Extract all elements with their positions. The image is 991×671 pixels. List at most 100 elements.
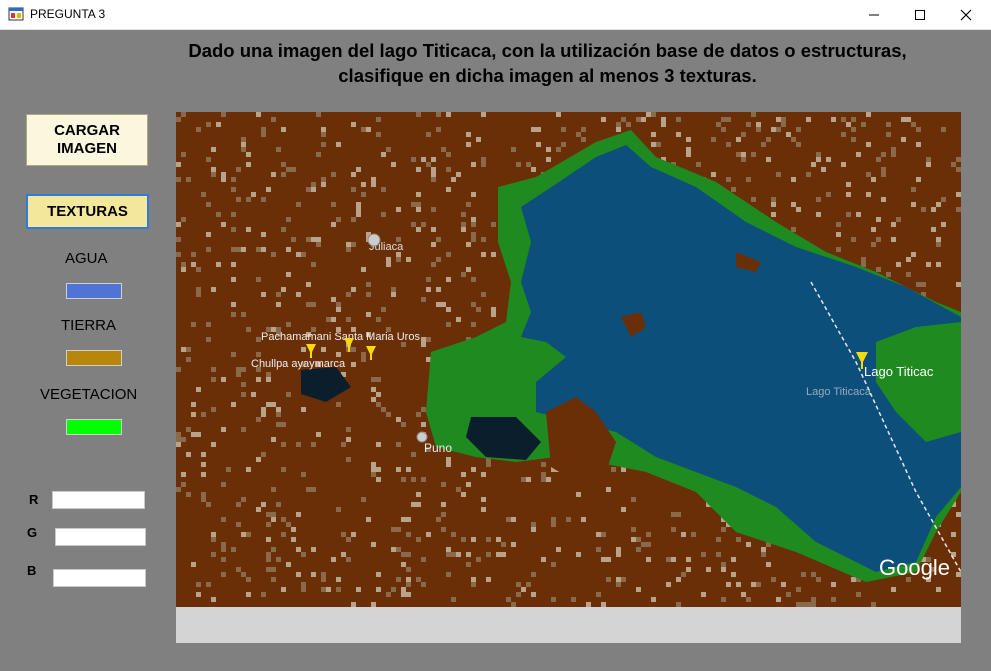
land-speckle: [446, 552, 451, 557]
land-speckle: [176, 487, 181, 492]
land-speckle: [876, 237, 881, 242]
land-speckle: [441, 512, 446, 517]
land-speckle: [211, 597, 216, 602]
city-marker-icon: [416, 431, 428, 443]
land-speckle: [906, 272, 911, 277]
land-speckle: [461, 212, 466, 217]
land-speckle: [176, 117, 181, 122]
land-speckle: [436, 257, 441, 262]
land-speckle: [416, 412, 421, 417]
land-speckle: [381, 307, 386, 312]
land-speckle: [481, 157, 486, 162]
load-image-label-1: CARGAR: [54, 122, 120, 139]
land-speckle: [186, 452, 191, 457]
land-speckle: [466, 142, 471, 147]
land-speckle: [671, 512, 676, 517]
land-speckle: [371, 182, 376, 187]
land-speckle: [826, 157, 831, 162]
land-speckle: [176, 432, 181, 437]
land-speckle: [391, 162, 396, 167]
textures-button[interactable]: TEXTURAS: [26, 194, 149, 229]
land-speckle: [696, 162, 701, 167]
close-button[interactable]: [943, 0, 989, 29]
textures-button-label: TEXTURAS: [47, 203, 128, 220]
land-speckle: [386, 257, 391, 262]
land-speckle: [446, 167, 451, 172]
land-speckle: [191, 412, 196, 417]
land-speckle: [221, 517, 226, 522]
land-speckle: [271, 512, 276, 517]
land-speckle: [486, 552, 491, 557]
land-speckle: [886, 122, 891, 127]
land-speckle: [266, 512, 271, 517]
land-speckle: [551, 522, 556, 527]
classified-image[interactable]: Juliaca Pachamamani Santa Maria Uros Chu…: [176, 112, 961, 607]
land-speckle: [261, 127, 266, 132]
land-speckle: [186, 427, 191, 432]
land-speckle: [556, 147, 561, 152]
land-speckle: [276, 292, 281, 297]
land-speckle: [241, 532, 246, 537]
land-speckle: [456, 317, 461, 322]
land-speckle: [346, 242, 351, 247]
land-speckle: [236, 567, 241, 572]
land-speckle: [461, 492, 466, 497]
land-speckle: [371, 377, 376, 382]
land-speckle: [571, 597, 576, 602]
land-speckle: [206, 322, 211, 327]
land-speckle: [426, 277, 431, 282]
g-label: G: [27, 525, 38, 540]
land-speckle: [511, 517, 516, 522]
land-speckle: [556, 547, 561, 552]
land-speckle: [811, 162, 816, 167]
g-input[interactable]: [55, 528, 146, 546]
land-speckle: [546, 147, 551, 152]
land-speckle: [531, 572, 536, 577]
land-speckle: [186, 177, 191, 182]
land-speckle: [211, 367, 216, 372]
land-speckle: [201, 412, 206, 417]
land-speckle: [686, 152, 691, 157]
minimize-button[interactable]: [851, 0, 897, 29]
r-input[interactable]: [52, 491, 145, 509]
land-speckle: [301, 472, 306, 477]
land-speckle: [851, 237, 856, 242]
land-speckle: [266, 567, 271, 572]
land-speckle: [311, 237, 316, 242]
land-speckle: [176, 442, 181, 447]
map-label-puno: Puno: [424, 441, 452, 455]
land-speckle: [181, 267, 186, 272]
land-speckle: [256, 377, 261, 382]
load-image-button[interactable]: CARGAR IMAGEN: [26, 114, 148, 166]
land-speckle: [271, 487, 276, 492]
land-speckle: [306, 302, 311, 307]
land-speckle: [361, 497, 366, 502]
land-speckle: [391, 547, 396, 552]
land-speckle: [271, 437, 276, 442]
land-speckle: [196, 127, 201, 132]
land-speckle: [801, 572, 806, 577]
land-speckle: [691, 532, 696, 537]
land-speckle: [196, 387, 201, 392]
land-speckle: [271, 117, 276, 122]
land-speckle: [736, 582, 741, 587]
land-speckle: [421, 582, 426, 587]
land-speckle: [201, 462, 206, 467]
land-speckle: [421, 557, 426, 562]
land-speckle: [456, 552, 461, 557]
land-speckle: [271, 172, 276, 177]
land-speckle: [231, 352, 236, 357]
land-speckle: [926, 162, 931, 167]
land-speckle: [721, 117, 726, 122]
land-speckle: [431, 177, 436, 182]
land-speckle: [371, 472, 376, 477]
land-speckle: [471, 217, 476, 222]
land-speckle: [296, 572, 301, 577]
land-speckle: [551, 597, 556, 602]
land-speckle: [676, 132, 681, 137]
b-input[interactable]: [53, 569, 146, 587]
land-speckle: [876, 217, 881, 222]
maximize-button[interactable]: [897, 0, 943, 29]
land-speckle: [401, 552, 406, 557]
land-speckle: [446, 462, 451, 467]
